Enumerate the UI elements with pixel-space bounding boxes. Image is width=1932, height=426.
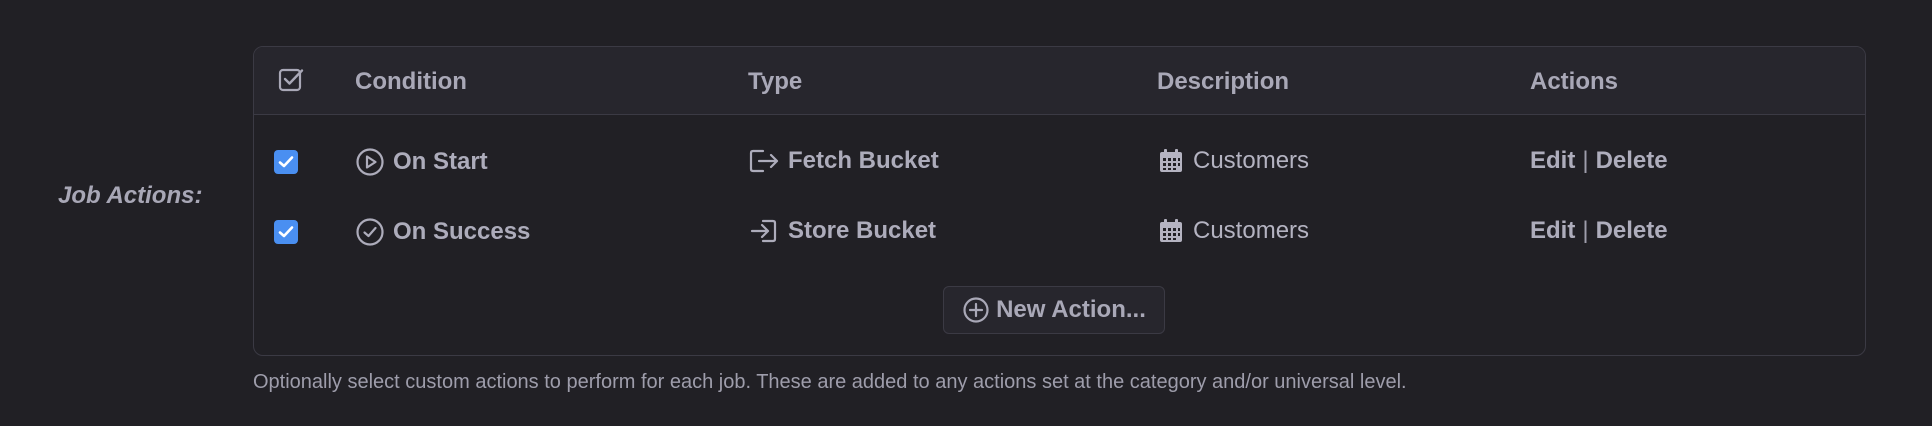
delete-link[interactable]: Delete [1596,217,1668,245]
description-cell: Customers [1157,217,1309,245]
new-action-label: New Action... [996,296,1146,323]
table-header: Condition Type Description Actions [254,47,1865,115]
edit-link[interactable]: Edit [1530,217,1575,245]
row-enabled-checkbox[interactable] [274,220,298,244]
import-arrow-icon [748,217,780,245]
check-circle-icon [355,217,385,247]
type-label: Fetch Bucket [788,147,939,174]
condition-cell: On Start [355,147,488,177]
new-action-button[interactable]: New Action... [943,286,1165,334]
description-cell: Customers [1157,147,1309,175]
actions-cell: Edit | Delete [1530,217,1668,245]
column-header-type[interactable]: Type [748,68,802,96]
type-label: Store Bucket [788,217,937,244]
field-label: Job Actions: [58,182,203,209]
job-actions-section: Job Actions: Condition Type Description … [0,0,1932,426]
table-row: On Start Fetch Bucket Customers Edit | D… [254,133,1865,193]
plus-circle-icon [962,296,990,324]
job-actions-table: Condition Type Description Actions On St… [253,46,1866,356]
condition-cell: On Success [355,217,530,247]
actions-cell: Edit | Delete [1530,147,1668,175]
select-all-checkbox-icon[interactable] [278,67,304,93]
export-arrow-icon [748,147,780,175]
link-separator: | [1582,217,1589,244]
delete-link[interactable]: Delete [1596,147,1668,175]
column-header-description[interactable]: Description [1157,68,1289,96]
description-label: Customers [1193,217,1310,244]
play-circle-icon [355,147,385,177]
help-text: Optionally select custom actions to perf… [253,371,1407,393]
type-cell: Fetch Bucket [748,147,939,175]
link-separator: | [1582,147,1589,174]
row-enabled-checkbox[interactable] [274,150,298,174]
edit-link[interactable]: Edit [1530,147,1575,175]
table-row: On Success Store Bucket Customers Edit |… [254,203,1865,263]
description-label: Customers [1193,147,1310,174]
column-header-actions: Actions [1530,68,1619,95]
condition-label: On Start [393,148,488,175]
calendar-icon [1157,217,1185,245]
calendar-icon [1157,147,1185,175]
type-cell: Store Bucket [748,217,936,245]
column-header-condition[interactable]: Condition [355,68,467,96]
condition-label: On Success [393,218,531,245]
